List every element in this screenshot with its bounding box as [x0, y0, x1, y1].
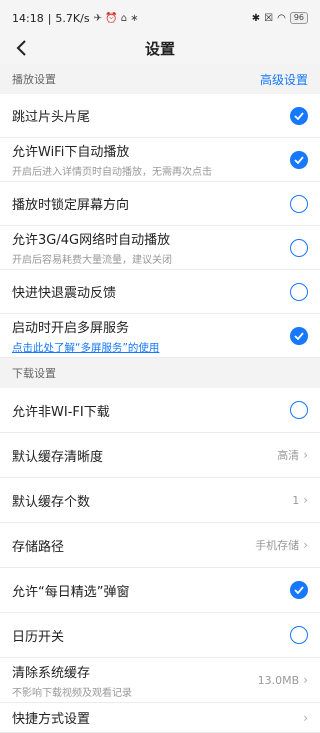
row-wifi-autoplay[interactable]: 允许WiFi下自动播放 开启后进入详情页时自动播放，无需再次点击 [0, 138, 320, 182]
notification-icons: ✈ ⏰ ⌂ ∗ [93, 12, 139, 24]
row-label: 清除系统缓存 [12, 665, 91, 681]
page-title: 设置 [144, 39, 175, 58]
row-skip-intro[interactable]: 跳过片头片尾 [0, 94, 320, 138]
advanced-settings-link[interactable]: 高级设置 [260, 71, 308, 88]
checked-icon[interactable] [290, 581, 308, 599]
nav-header: 设置 [0, 36, 320, 60]
row-label: 日历开关 [12, 629, 65, 645]
row-value: 高清 [277, 449, 300, 462]
row-label: 默认缓存个数 [12, 494, 91, 510]
chevron-left-icon [16, 40, 26, 56]
unchecked-icon[interactable] [290, 238, 308, 257]
row-desc: 开启后进入详情页时自动播放，无需再次点击 [12, 167, 212, 178]
section-title-download: 下载设置 [12, 367, 56, 380]
row-daily-popup[interactable]: 允许“每日精选”弹窗 [0, 568, 320, 613]
chevron-right-icon: › [303, 538, 308, 552]
section-title-playback: 播放设置 [12, 73, 56, 86]
row-storage-path[interactable]: 存储路径 手机存储 › [0, 523, 320, 568]
row-value: 1 [292, 493, 300, 507]
row-desc: 不影响下载视频及观看记录 [12, 687, 132, 699]
unchecked-icon[interactable] [290, 282, 308, 301]
row-calendar[interactable]: 日历开关 [0, 613, 320, 658]
row-non-wifi-download[interactable]: 允许非WI-FI下载 [0, 388, 320, 433]
unchecked-icon[interactable] [290, 626, 308, 644]
row-label: 允许3G/4G网络时自动播放 [12, 233, 171, 248]
battery-icon: 96 [289, 12, 308, 24]
row-lock-orientation[interactable]: 播放时锁定屏幕方向 [0, 182, 320, 226]
row-mobile-autoplay[interactable]: 允许3G/4G网络时自动播放 开启后容易耗费大量流量，建议关闭 [0, 226, 320, 270]
row-seek-vibration[interactable]: 快进快退震动反馈 [0, 270, 320, 314]
row-label: 默认缓存清晰度 [12, 449, 104, 465]
row-label: 跳过片头片尾 [12, 110, 91, 125]
row-desc: 开启后容易耗费大量流量，建议关闭 [12, 255, 172, 266]
chevron-right-icon: › [303, 493, 308, 507]
bluetooth-icon: ✱ [251, 12, 261, 24]
chevron-right-icon: › [303, 710, 308, 725]
row-multiscreen[interactable]: 启动时开启多屏服务 点击此处了解“多屏服务”的使用 [0, 314, 320, 358]
row-label: 允许WiFi下自动播放 [12, 145, 130, 160]
row-label: 播放时锁定屏幕方向 [12, 198, 130, 213]
chevron-right-icon: › [303, 673, 308, 687]
row-default-quality[interactable]: 默认缓存清晰度 高清 › [0, 433, 320, 478]
row-shortcut-settings[interactable]: 快捷方式设置 › [0, 703, 320, 733]
row-value: 13.0MB [257, 673, 300, 687]
row-label: 启动时开启多屏服务 [12, 320, 130, 336]
unchecked-icon[interactable] [290, 194, 308, 213]
section-header-download: 下载设置 [0, 358, 320, 388]
row-label: 允许非WI-FI下载 [12, 404, 110, 420]
checked-icon[interactable] [290, 150, 308, 169]
unchecked-icon[interactable] [290, 401, 308, 419]
row-label: 存储路径 [12, 539, 65, 555]
section-header-playback: 播放设置 高级设置 [0, 64, 320, 94]
sim-icon: ☒ [264, 12, 274, 24]
row-default-count[interactable]: 默认缓存个数 1 › [0, 478, 320, 523]
checked-icon[interactable] [290, 326, 308, 345]
status-separator: | [47, 11, 52, 25]
chevron-right-icon: › [303, 448, 308, 462]
multiscreen-help-link[interactable]: 点击此处了解“多屏服务”的使用 [12, 340, 159, 355]
checked-icon[interactable] [290, 106, 308, 125]
back-button[interactable] [10, 36, 34, 60]
network-speed: 5.7K/s [55, 11, 90, 25]
row-value: 手机存储 [255, 539, 300, 552]
row-label: 允许“每日精选”弹窗 [12, 584, 130, 600]
wifi-icon: ◠ [277, 12, 286, 24]
row-clear-cache[interactable]: 清除系统缓存 不影响下载视频及观看记录 13.0MB › [0, 658, 320, 703]
status-bar: 14:18 | 5.7K/s ✈ ⏰ ⌂ ∗ ✱ ☒ ◠ 96 [0, 0, 320, 36]
status-time: 14:18 [12, 11, 44, 25]
row-label: 快进快退震动反馈 [12, 286, 117, 301]
